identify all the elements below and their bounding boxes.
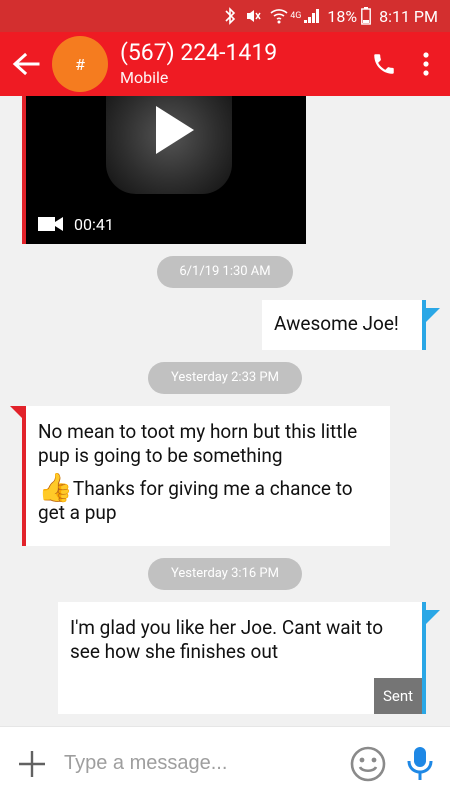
more-vert-icon [423,52,429,76]
wifi-icon [270,8,288,24]
message-text: Awesome Joe! [274,312,399,335]
timestamp: Yesterday 2:33 PM [148,362,302,394]
contact-type: Mobile [120,68,169,87]
outgoing-message[interactable]: Awesome Joe! [262,300,422,350]
network-type: 4G [290,11,302,21]
incoming-message[interactable]: No mean to toot my horn but this little … [26,406,390,546]
microphone-icon [407,746,433,780]
app-bar: # (567) 224-1419 Mobile [0,32,450,96]
sent-status: Sent [374,678,422,714]
attach-button[interactable] [0,727,64,800]
avatar[interactable]: # [52,36,108,92]
call-button[interactable] [362,32,406,96]
outgoing-message[interactable]: I'm glad you like her Joe. Cant wait to … [58,602,422,714]
plus-icon [19,750,45,777]
outgoing-tail [426,308,440,322]
bluetooth-icon [224,7,236,25]
back-button[interactable] [2,32,50,96]
message-text: No mean to toot my horn but this little … [38,420,358,467]
clock: 8:11 PM [379,6,438,26]
timestamp: 6/1/19 1:30 AM [157,256,293,288]
contact-number: (567) 224-1419 [120,39,278,66]
mute-icon [244,7,262,25]
message-text: I'm glad you like her Joe. Cant wait to … [70,616,384,663]
phone-icon [374,54,394,74]
smiley-icon [350,746,386,781]
voice-input-button[interactable] [394,727,446,800]
battery-level: 18% [327,6,358,26]
composer [0,726,450,800]
video-message[interactable]: 00:41 [22,96,306,244]
timestamp: Yesterday 3:16 PM [148,558,302,590]
back-arrow-icon [12,52,40,76]
message-text-2: 👍Thanks for giving me a chance to get a … [38,471,353,525]
avatar-initial: # [75,54,85,74]
video-duration: 00:41 [74,215,114,234]
thumbs-up-emoji: 👍 [38,471,73,504]
signal-icon [303,8,320,24]
video-camera-icon [38,217,63,231]
play-icon[interactable] [156,106,194,154]
status-bar: 4G 18% 8:11 PM [0,0,450,32]
message-input[interactable] [64,752,342,775]
emoji-button[interactable] [342,727,394,800]
conversation[interactable]: 00:41 6/1/19 1:30 AM Awesome Joe! Yester… [0,96,450,726]
more-options-button[interactable] [406,32,446,96]
contact-title[interactable]: (567) 224-1419 Mobile [120,39,362,89]
battery-icon [361,7,372,25]
outgoing-tail [426,610,440,624]
